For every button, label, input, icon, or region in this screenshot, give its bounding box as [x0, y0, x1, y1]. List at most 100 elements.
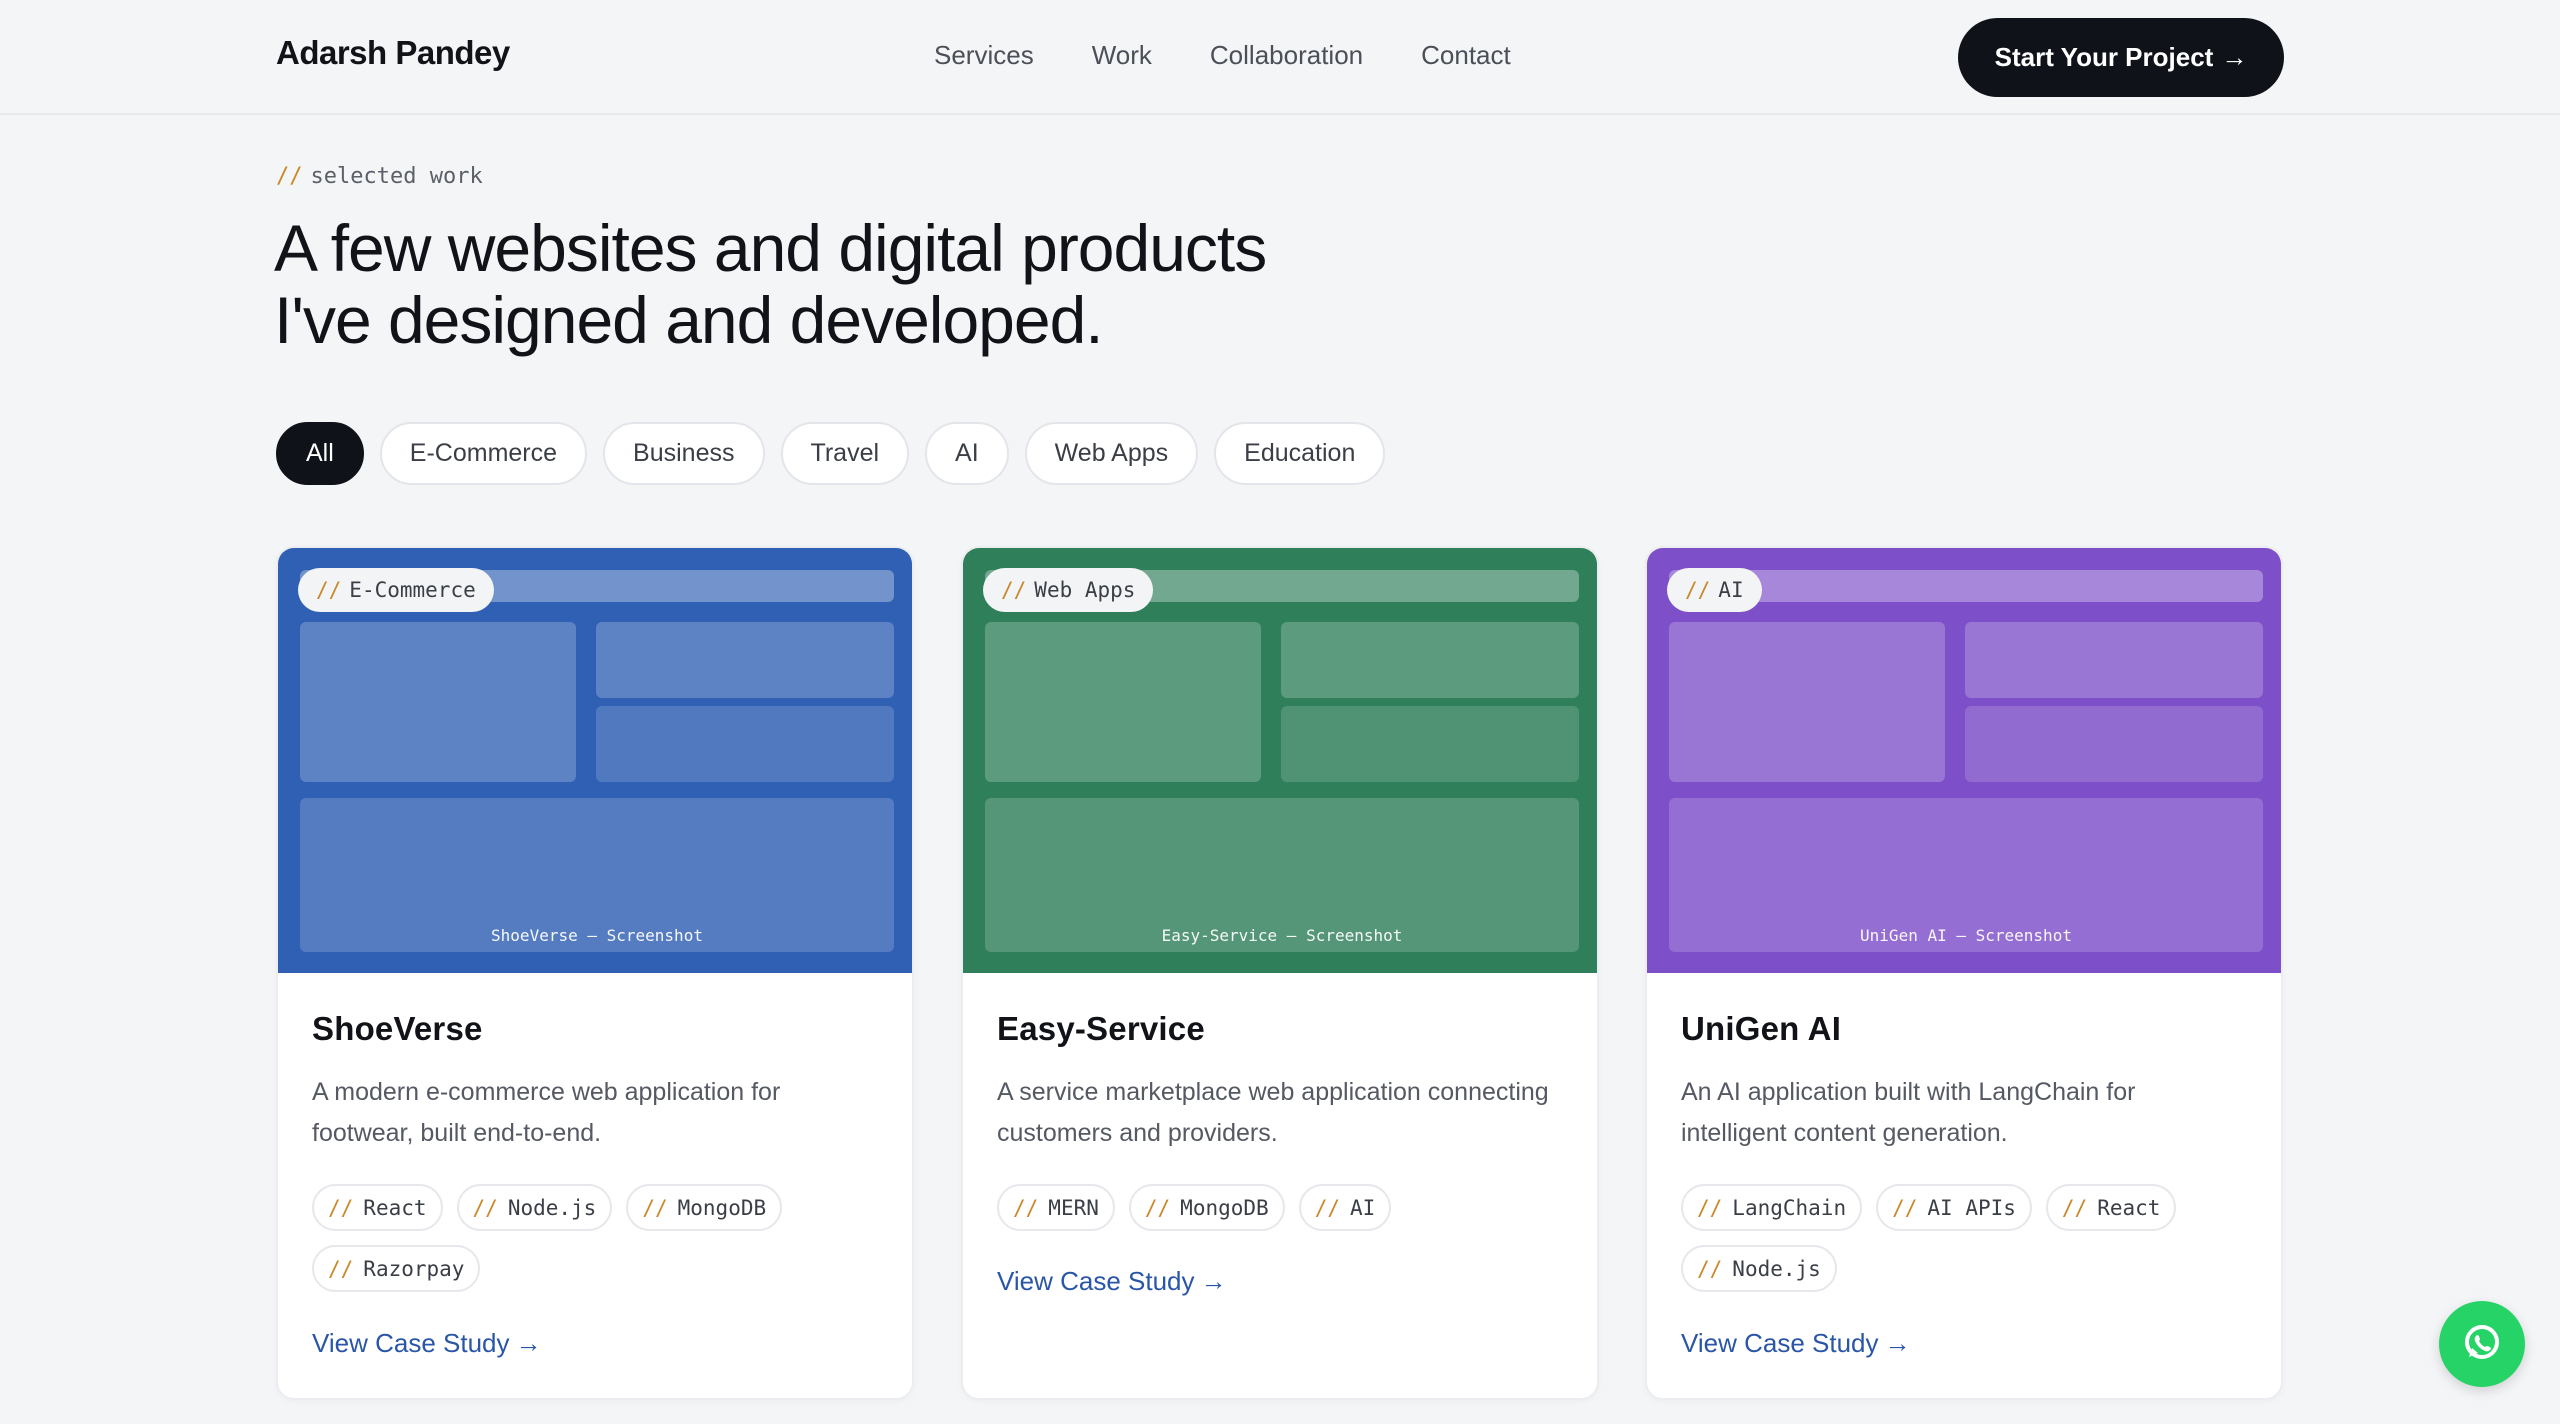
case-study-label: View Case Study: [1681, 1328, 1879, 1358]
comment-slash: //: [472, 1195, 498, 1220]
comment-slash: //: [328, 1195, 354, 1220]
case-study-label: View Case Study: [997, 1266, 1195, 1296]
page-headline: A few websites and digital products I've…: [274, 212, 1474, 356]
filter-ai[interactable]: AI: [925, 422, 1009, 485]
project-card-unigen-ai[interactable]: // AI UniGen AI — Screenshot UniGen AI An…: [1645, 546, 2283, 1400]
project-title: UniGen AI: [1681, 1010, 1842, 1047]
headline-line-1: A few websites and digital products: [274, 211, 1267, 285]
thumbnail-caption: Easy-Service — Screenshot: [1161, 926, 1403, 945]
category-tag: // Web Apps: [983, 568, 1154, 612]
filter-education[interactable]: Education: [1214, 422, 1386, 485]
thumbnail-caption: UniGen AI — Screenshot: [1860, 926, 2072, 945]
tech-pill: // MongoDB: [1128, 1184, 1285, 1231]
comment-slash: //: [328, 1256, 354, 1281]
tech-pill-label: MERN: [1048, 1195, 1099, 1220]
thumb-placeholder-block: [596, 622, 894, 698]
category-filters: All E-Commerce Business Travel AI Web Ap…: [276, 422, 1386, 485]
case-study-label: View Case Study: [312, 1328, 510, 1358]
tech-pill-label: AI: [1349, 1195, 1376, 1220]
arrow-right-icon: →: [515, 1328, 542, 1358]
thumb-placeholder-block: [1965, 706, 2263, 782]
tech-pill: // Node.js: [1681, 1245, 1837, 1292]
project-description: A service marketplace web application co…: [997, 1078, 1549, 1147]
comment-slash: //: [1697, 1256, 1723, 1281]
comment-slash: //: [1685, 578, 1711, 602]
thumb-placeholder-block: [596, 706, 894, 782]
project-thumbnail[interactable]: // Web Apps Easy-Service — Screenshot: [963, 548, 1597, 973]
tech-pill: // React: [2045, 1184, 2177, 1231]
thumb-placeholder-block: [1669, 622, 1945, 782]
project-card-shoeverse[interactable]: // E-Commerce ShoeVerse — Screenshot Shoe…: [276, 546, 914, 1400]
start-project-label: Start Your Project: [1994, 42, 2214, 72]
comment-slash: //: [1013, 1195, 1039, 1220]
category-tag: // E-Commerce: [298, 568, 494, 612]
project-thumbnail[interactable]: // E-Commerce ShoeVerse — Screenshot: [278, 548, 912, 973]
nav-link-collaboration[interactable]: Collaboration: [1210, 40, 1363, 71]
tech-pill-label: React: [363, 1195, 427, 1220]
site-header: Adarsh Pandey Services Work Collaboratio…: [0, 0, 2560, 115]
view-case-study-link[interactable]: View Case Study →: [312, 1328, 542, 1359]
nav-link-services[interactable]: Services: [934, 40, 1034, 71]
tech-pill: // Node.js: [456, 1184, 613, 1231]
eyebrow-text: selected work: [310, 164, 483, 189]
category-tag-label: E-Commerce: [349, 578, 476, 602]
tech-pill-label: Razorpay: [363, 1256, 465, 1281]
tech-pill-label: Node.js: [1732, 1256, 1821, 1281]
whatsapp-icon: [2459, 1320, 2505, 1369]
arrow-right-icon: →: [1884, 1328, 1911, 1358]
tech-pill: // LangChain: [1681, 1184, 1863, 1231]
filter-e-commerce[interactable]: E-Commerce: [379, 422, 588, 485]
category-tag-label: AI: [1718, 578, 1744, 602]
start-project-button[interactable]: Start Your Project →: [1958, 18, 2284, 97]
brand-logo[interactable]: Adarsh Pandey: [276, 34, 510, 72]
comment-slash: //: [276, 164, 303, 189]
tech-stack: // MERN // MongoDB // AI: [997, 1184, 1577, 1231]
comment-slash: //: [1697, 1195, 1723, 1220]
project-title: ShoeVerse: [312, 1010, 483, 1047]
comment-slash: //: [1892, 1195, 1918, 1220]
thumb-placeholder-block: [1965, 622, 2263, 698]
thumb-placeholder-block: [300, 622, 576, 782]
project-card-easy-service[interactable]: // Web Apps Easy-Service — Screenshot Eas…: [961, 546, 1599, 1400]
tech-pill-label: Node.js: [507, 1195, 597, 1220]
category-tag-label: Web Apps: [1034, 578, 1136, 602]
thumbnail-caption: ShoeVerse — Screenshot: [491, 926, 703, 945]
comment-slash: //: [2061, 1195, 2088, 1220]
filter-all[interactable]: All: [276, 422, 364, 485]
project-description: An AI application built with LangChain f…: [1681, 1078, 2136, 1147]
nav-link-work[interactable]: Work: [1092, 40, 1152, 71]
filter-travel[interactable]: Travel: [780, 422, 910, 485]
tech-pill: // React: [312, 1184, 443, 1231]
comment-slash: //: [316, 578, 342, 602]
tech-pill: // Razorpay: [312, 1245, 481, 1292]
filter-business[interactable]: Business: [603, 422, 765, 485]
thumb-placeholder-block: [1281, 622, 1579, 698]
filter-web-apps[interactable]: Web Apps: [1024, 422, 1199, 485]
tech-stack: // React // Node.js // MongoDB // Razorpay: [312, 1184, 892, 1292]
tech-stack: // LangChain // AI APIs // React // Node.js: [1681, 1184, 2261, 1292]
nav-link-contact[interactable]: Contact: [1421, 40, 1511, 71]
view-case-study-link[interactable]: View Case Study →: [1681, 1328, 1911, 1359]
main-nav: Services Work Collaboration Contact: [934, 40, 1511, 71]
project-description: A modern e-commerce web application for …: [312, 1078, 781, 1147]
tech-pill-label: React: [2097, 1195, 2161, 1220]
tech-pill-label: MongoDB: [1180, 1195, 1269, 1220]
category-tag: // AI: [1667, 568, 1762, 612]
comment-slash: //: [1314, 1195, 1340, 1220]
project-title: Easy-Service: [997, 1010, 1205, 1047]
section-eyebrow: // selected work: [276, 164, 483, 189]
headline-line-2: I've designed and developed.: [274, 283, 1104, 357]
view-case-study-link[interactable]: View Case Study →: [997, 1266, 1227, 1297]
comment-slash: //: [642, 1195, 668, 1220]
tech-pill-label: AI APIs: [1927, 1195, 2016, 1220]
arrow-right-icon: →: [2221, 42, 2248, 72]
tech-pill-label: MongoDB: [677, 1195, 767, 1220]
comment-slash: //: [1001, 578, 1027, 602]
comment-slash: //: [1144, 1195, 1171, 1220]
tech-pill: // MERN: [997, 1184, 1115, 1231]
project-thumbnail[interactable]: // AI UniGen AI — Screenshot: [1647, 548, 2281, 973]
tech-pill: // AI: [1298, 1184, 1392, 1231]
whatsapp-chat-button[interactable]: [2439, 1301, 2525, 1387]
tech-pill: // MongoDB: [626, 1184, 783, 1231]
tech-pill: // AI APIs: [1876, 1184, 2032, 1231]
